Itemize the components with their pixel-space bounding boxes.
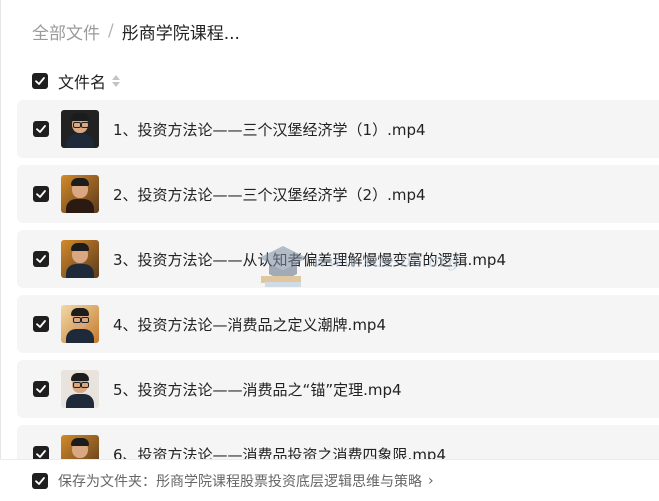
file-row[interactable]: 4、投资方法论—消费品之定义潮牌.mp4 (17, 295, 659, 353)
file-name: 3、投资方法论——从认知者偏差理解慢慢变富的逻辑.mp4 (113, 250, 506, 269)
file-name: 4、投资方法论—消费品之定义潮牌.mp4 (113, 315, 386, 334)
file-row[interactable]: 1、投资方法论——三个汉堡经济学（1）.mp4 (17, 100, 659, 158)
check-icon (36, 190, 46, 198)
save-as-folder-bar: 保存为文件夹：彤商学院课程股票投资底层逻辑思维与策略 › (0, 459, 659, 501)
file-name: 5、投资方法论——消费品之“锚”定理.mp4 (113, 380, 402, 399)
file-list-header: 文件名 (32, 68, 121, 94)
file-name: 1、投资方法论——三个汉堡经济学（1）.mp4 (113, 120, 426, 139)
video-thumbnail (61, 240, 99, 278)
save-as-folder-label[interactable]: 保存为文件夹：彤商学院课程股票投资底层逻辑思维与策略 (58, 471, 422, 491)
file-name: 2、投资方法论——三个汉堡经济学（2）.mp4 (113, 185, 426, 204)
file-row[interactable]: 6、投资方法论——消费品投资之消费四象限.mp4 (17, 425, 659, 460)
file-checkbox[interactable] (33, 446, 49, 460)
file-list[interactable]: 1、投资方法论——三个汉堡经济学（1）.mp4 2、投资方法论——三个汉堡经济学… (17, 100, 659, 460)
file-name: 6、投资方法论——消费品投资之消费四象限.mp4 (113, 445, 446, 461)
column-header-filename[interactable]: 文件名 (58, 69, 106, 93)
check-icon (35, 77, 45, 85)
file-checkbox[interactable] (33, 186, 49, 202)
breadcrumb-separator: / (108, 21, 114, 41)
file-checkbox[interactable] (33, 381, 49, 397)
breadcrumb-current: 彤商学院课程... (121, 23, 240, 44)
save-as-folder-checkbox[interactable] (32, 472, 48, 489)
check-icon (35, 476, 45, 485)
video-thumbnail (61, 435, 99, 460)
breadcrumb-root-link[interactable]: 全部文件 (32, 19, 100, 44)
check-icon (36, 385, 46, 393)
file-checkbox[interactable] (33, 121, 49, 137)
sort-icon[interactable] (112, 75, 121, 87)
chevron-right-icon[interactable]: › (428, 473, 434, 489)
file-checkbox[interactable] (33, 251, 49, 267)
file-row[interactable]: 3、投资方法论——从认知者偏差理解慢慢变富的逻辑.mp4 (17, 230, 659, 288)
video-thumbnail (61, 110, 99, 148)
select-all-checkbox[interactable] (32, 73, 48, 89)
video-thumbnail (61, 175, 99, 213)
video-thumbnail (61, 370, 99, 408)
check-icon (36, 255, 46, 263)
video-thumbnail (61, 305, 99, 343)
file-checkbox[interactable] (33, 316, 49, 332)
breadcrumb: 全部文件 / 彤商学院课程... (32, 18, 240, 44)
check-icon (36, 320, 46, 328)
file-row[interactable]: 2、投资方法论——三个汉堡经济学（2）.mp4 (17, 165, 659, 223)
left-border (0, 0, 1, 501)
file-row[interactable]: 5、投资方法论——消费品之“锚”定理.mp4 (17, 360, 659, 418)
check-icon (36, 125, 46, 133)
